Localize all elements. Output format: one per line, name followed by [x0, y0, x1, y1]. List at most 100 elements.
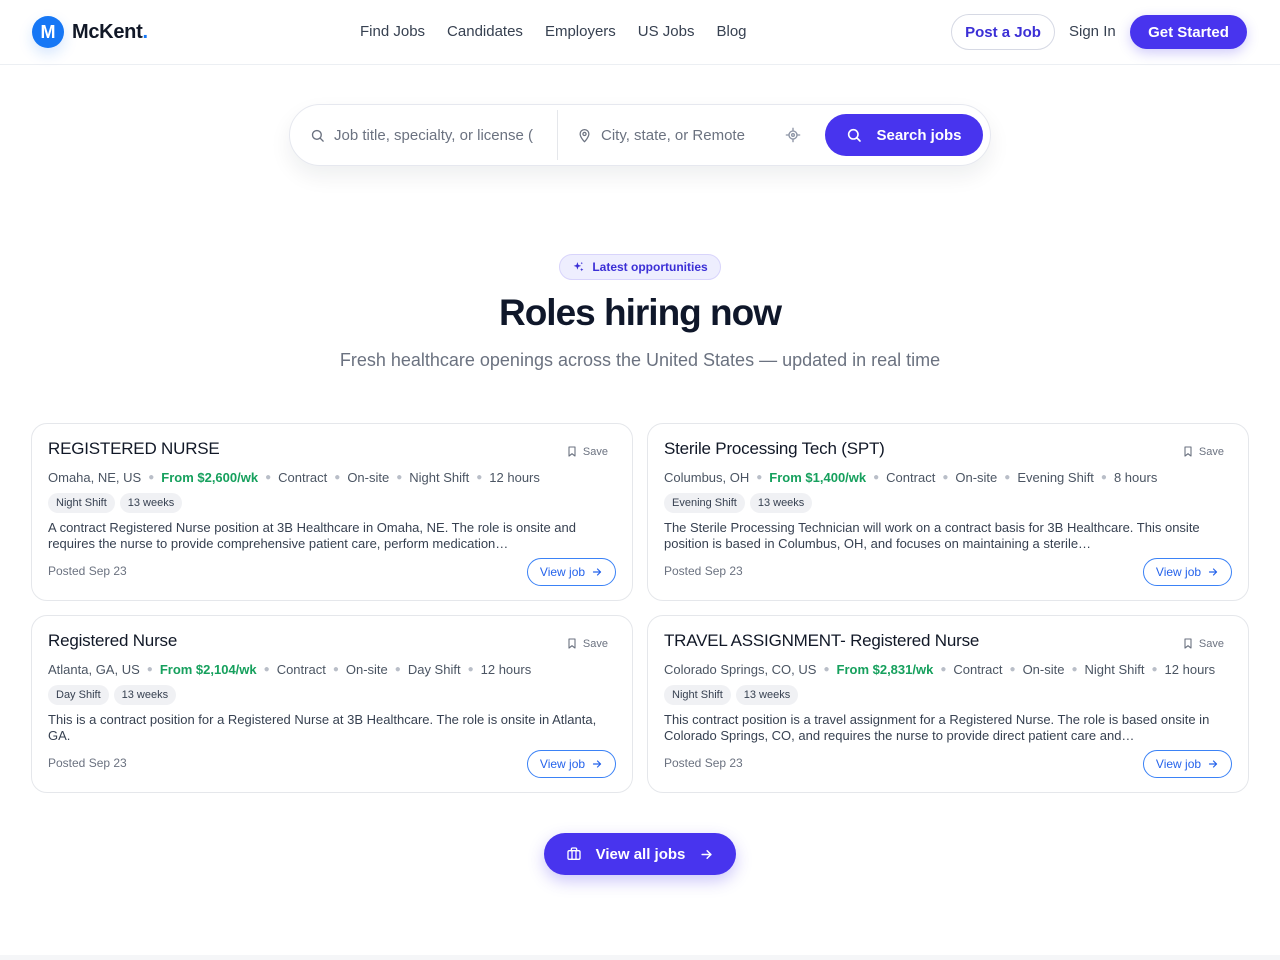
job-tags: Evening Shift 13 weeks [664, 493, 813, 513]
job-card[interactable]: TRAVEL ASSIGNMENT- Registered Nurse Save C… [647, 615, 1249, 793]
sparkles-icon [572, 261, 585, 274]
job-meta: Omaha, NE, US ● From $2,600/wk ● Contract ● On… [48, 470, 540, 485]
footer-edge [0, 955, 1280, 960]
view-job-label: View job [539, 565, 586, 579]
job-location: Omaha, NE, US [48, 470, 142, 485]
meta-separator: ● [263, 664, 270, 675]
get-started-button[interactable]: Get Started [1130, 15, 1247, 49]
job-tag: 13 weeks [113, 685, 177, 705]
job-location: Colorado Springs, CO, US [664, 662, 817, 677]
job-setting: On-site [955, 470, 998, 485]
view-job-button[interactable]: View job [527, 558, 616, 586]
location-input[interactable] [601, 126, 776, 144]
view-job-label: View job [539, 757, 586, 771]
meta-separator: ● [1004, 472, 1011, 483]
job-card[interactable]: Registered Nurse Save Atlanta, GA, US ● From… [31, 615, 633, 793]
main-nav: Find Jobs Candidates Employers US Jobs B… [360, 22, 747, 42]
save-label: Save [1198, 637, 1224, 650]
job-title[interactable]: Registered Nurse [48, 631, 177, 651]
job-pay: From $1,400/wk [769, 470, 867, 485]
job-title[interactable]: REGISTERED NURSE [48, 439, 220, 459]
crosshair-icon[interactable] [785, 127, 801, 143]
view-job-label: View job [1155, 757, 1202, 771]
posted-date: Posted Sep 23 [48, 564, 127, 578]
job-description: A contract Registered Nurse position at … [48, 520, 576, 551]
bookmark-icon [1182, 445, 1194, 458]
meta-separator: ● [332, 664, 339, 675]
save-button[interactable]: Save [566, 637, 608, 650]
meta-separator: ● [476, 472, 483, 483]
logo[interactable]: M McKent. [32, 16, 148, 48]
latest-badge: Latest opportunities [559, 254, 721, 280]
meta-separator: ● [940, 664, 947, 675]
nav-employers[interactable]: Employers [545, 22, 616, 42]
post-job-button[interactable]: Post a Job [951, 14, 1055, 50]
job-tag: 13 weeks [749, 493, 813, 513]
posted-date: Posted Sep 23 [664, 756, 743, 770]
keyword-field [310, 105, 538, 165]
job-title[interactable]: Sterile Processing Tech (SPT) [664, 439, 885, 459]
job-location: Columbus, OH [664, 470, 750, 485]
job-shift: Day Shift [407, 662, 461, 677]
job-tag: Evening Shift [664, 493, 745, 513]
save-button[interactable]: Save [1182, 445, 1224, 458]
view-job-label: View job [1155, 565, 1202, 579]
logo-badge: M [32, 16, 64, 48]
keyword-input[interactable] [334, 126, 538, 144]
job-pay: From $2,600/wk [161, 470, 259, 485]
nav-find-jobs[interactable]: Find Jobs [360, 22, 425, 42]
job-tag: Night Shift [48, 493, 115, 513]
nav-us-jobs[interactable]: US Jobs [638, 22, 695, 42]
save-label: Save [1198, 445, 1224, 458]
meta-separator: ● [1100, 472, 1107, 483]
job-search-bar: Search jobs [289, 104, 991, 166]
eyebrow-label: Latest opportunities [592, 260, 708, 274]
job-type: Contract [953, 662, 1003, 677]
job-card[interactable]: REGISTERED NURSE Save Omaha, NE, US ● From $… [31, 423, 633, 601]
section-title: Roles hiring now [498, 292, 782, 333]
job-shift: Evening Shift [1017, 470, 1094, 485]
meta-separator: ● [467, 664, 474, 675]
arrow-right-icon [699, 847, 714, 862]
save-button[interactable]: Save [566, 445, 608, 458]
job-tag: Day Shift [48, 685, 109, 705]
job-hours: 12 hours [1164, 662, 1216, 677]
job-type: Contract [276, 662, 326, 677]
job-card[interactable]: Sterile Processing Tech (SPT) Save Columbu… [647, 423, 1249, 601]
sign-in-link[interactable]: Sign In [1069, 22, 1116, 42]
nav-blog[interactable]: Blog [717, 22, 747, 42]
meta-separator: ● [1151, 664, 1158, 675]
search-icon [310, 128, 325, 143]
view-job-button[interactable]: View job [1143, 558, 1232, 586]
job-type: Contract [278, 470, 328, 485]
meta-separator: ● [148, 472, 155, 483]
job-pay: From $2,104/wk [159, 662, 257, 677]
job-hours: 12 hours [489, 470, 540, 485]
job-type: Contract [886, 470, 936, 485]
meta-separator: ● [146, 664, 153, 675]
meta-separator: ● [942, 472, 949, 483]
search-jobs-button[interactable]: Search jobs [825, 114, 983, 156]
job-setting: On-site [1022, 662, 1065, 677]
meta-separator: ● [396, 472, 403, 483]
job-description: This contract position is a travel assig… [664, 712, 1210, 743]
section-subtitle: Fresh healthcare openings across the Uni… [339, 350, 941, 370]
job-pay: From $2,831/wk [836, 662, 934, 677]
view-job-button[interactable]: View job [527, 750, 616, 778]
posted-date: Posted Sep 23 [664, 564, 743, 578]
view-job-button[interactable]: View job [1143, 750, 1232, 778]
job-tag: 13 weeks [735, 685, 799, 705]
view-all-jobs-button[interactable]: View all jobs [544, 833, 736, 875]
view-all-label: View all jobs [595, 845, 686, 863]
search-button-label: Search jobs [876, 126, 962, 144]
meta-separator: ● [334, 472, 341, 483]
job-title[interactable]: TRAVEL ASSIGNMENT- Registered Nurse [664, 631, 979, 651]
job-description: This is a contract position for a Regist… [48, 712, 597, 743]
job-description: The Sterile Processing Technician will w… [664, 520, 1200, 551]
meta-separator: ● [265, 472, 272, 483]
nav-candidates[interactable]: Candidates [447, 22, 523, 42]
save-button[interactable]: Save [1182, 637, 1224, 650]
search-icon [846, 127, 862, 143]
briefcase-icon [566, 846, 582, 862]
site-header: M McKent. Find Jobs Candidates Employers… [0, 0, 1280, 65]
